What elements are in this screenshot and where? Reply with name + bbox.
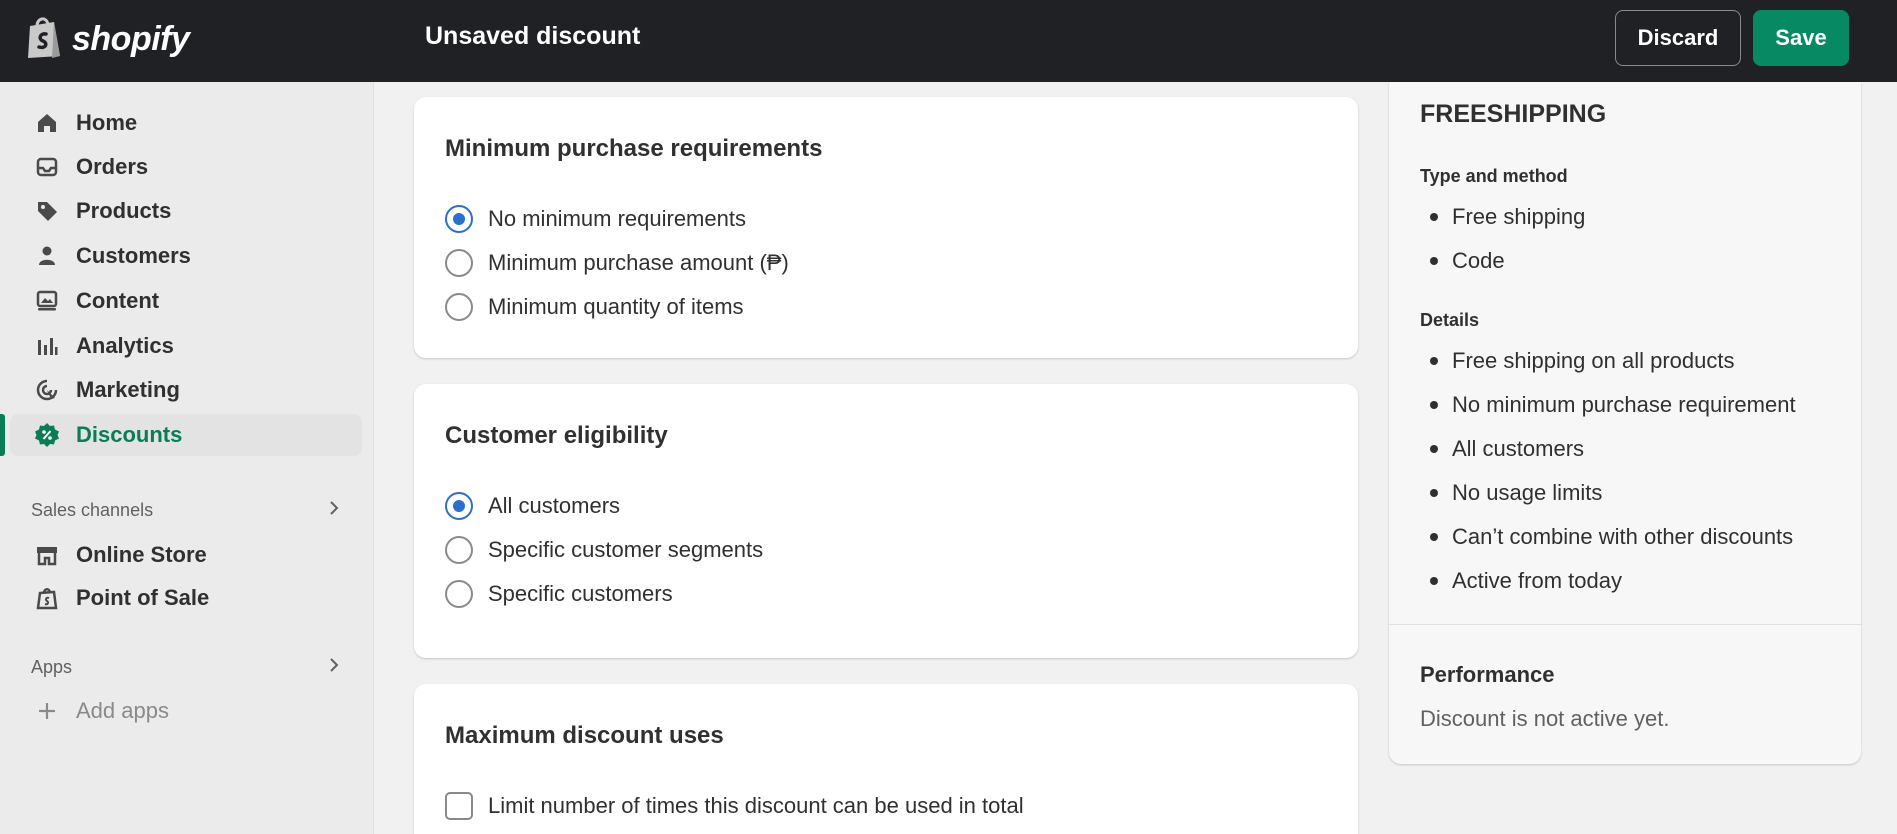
apps-header[interactable]: Apps	[31, 652, 341, 682]
sidebar-item-add-apps[interactable]: Add apps	[14, 690, 362, 732]
list-item: No usage limits	[1420, 471, 1796, 515]
option-label: Limit number of times this discount can …	[488, 793, 1024, 818]
discard-button[interactable]: Discard	[1615, 10, 1741, 66]
type-method-heading: Type and method	[1420, 166, 1568, 186]
sidebar-item-customers[interactable]: Customers	[14, 235, 362, 277]
apps-label: Apps	[31, 656, 73, 677]
shopify-logo[interactable]: shopify	[24, 14, 190, 65]
radio-customer-segments[interactable]: Specific customer segments	[445, 534, 763, 566]
radio-button[interactable]	[445, 580, 473, 608]
tag-icon	[34, 198, 60, 224]
sidebar-item-point-of-sale[interactable]: Point of Sale	[14, 577, 362, 619]
radio-button[interactable]	[445, 492, 473, 520]
sidebar-item-label: Home	[76, 110, 138, 135]
option-label: Specific customers	[488, 581, 673, 606]
plus-icon	[34, 698, 60, 724]
radio-button[interactable]	[445, 249, 473, 277]
sidebar-item-label: Customers	[76, 243, 191, 268]
sidebar-item-label: Point of Sale	[76, 585, 210, 610]
list-item: All customers	[1420, 427, 1796, 471]
inbox-icon	[34, 154, 60, 180]
top-bar: shopify Unsaved discount Discard Save	[0, 0, 1897, 82]
option-label: Minimum quantity of items	[488, 294, 744, 319]
sidebar-item-products[interactable]: Products	[14, 190, 362, 232]
sidebar-item-label: Online Store	[76, 542, 207, 567]
list-item: Active from today	[1420, 559, 1796, 603]
list-item: Code	[1420, 239, 1585, 283]
details-heading: Details	[1420, 310, 1480, 330]
sidebar-item-label: Analytics	[76, 333, 174, 358]
divider	[1389, 624, 1861, 625]
sidebar-item-label: Marketing	[76, 377, 180, 402]
list-item: No minimum purchase requirement	[1420, 383, 1796, 427]
sidebar: Home Orders Products Customers Content A…	[0, 82, 374, 834]
page-title: Unsaved discount	[425, 22, 641, 50]
minimum-purchase-card: Minimum purchase requirements No minimum…	[414, 97, 1358, 358]
sidebar-item-online-store[interactable]: Online Store	[14, 534, 362, 576]
performance-status: Discount is not active yet.	[1420, 706, 1670, 731]
sidebar-item-home[interactable]: Home	[14, 102, 362, 144]
option-label: Minimum purchase amount (₱)	[488, 250, 789, 275]
sidebar-item-content[interactable]: Content	[14, 280, 362, 322]
maximum-uses-card: Maximum discount uses Limit number of ti…	[414, 684, 1358, 834]
customer-eligibility-card: Customer eligibility All customers Speci…	[414, 384, 1358, 658]
radio-minimum-amount[interactable]: Minimum purchase amount (₱)	[445, 247, 789, 279]
details-list: Free shipping on all products No minimum…	[1420, 339, 1796, 603]
person-icon	[34, 243, 60, 269]
option-label: Specific customer segments	[488, 537, 764, 562]
card-title: Customer eligibility	[445, 422, 668, 449]
discount-icon	[34, 422, 60, 448]
sidebar-item-label: Add apps	[76, 698, 169, 723]
card-title: Minimum purchase requirements	[445, 135, 823, 162]
checkbox-limit-total-uses[interactable]: Limit number of times this discount can …	[445, 790, 1024, 822]
sidebar-item-orders[interactable]: Orders	[14, 146, 362, 188]
list-item: Free shipping	[1420, 195, 1585, 239]
sales-channels-header[interactable]: Sales channels	[31, 495, 341, 525]
chevron-right-icon	[327, 499, 341, 522]
brand-name: shopify	[72, 20, 190, 58]
summary-card: FREESHIPPING Type and method Free shippi…	[1389, 82, 1861, 764]
image-icon	[34, 288, 60, 314]
discount-code-title: FREESHIPPING	[1420, 100, 1607, 128]
sidebar-item-label: Orders	[76, 154, 149, 179]
shopify-bag-icon	[24, 14, 64, 65]
list-item: Free shipping on all products	[1420, 339, 1796, 383]
pos-bag-icon	[34, 585, 60, 611]
type-method-list: Free shipping Code	[1420, 195, 1585, 283]
sales-channels-label: Sales channels	[31, 499, 154, 520]
radio-specific-customers[interactable]: Specific customers	[445, 578, 673, 610]
target-icon	[34, 377, 60, 403]
bar-chart-icon	[34, 333, 60, 359]
sidebar-item-discounts[interactable]: Discounts	[0, 414, 362, 456]
option-label: All customers	[488, 493, 621, 518]
home-icon	[34, 110, 60, 136]
radio-button[interactable]	[445, 536, 473, 564]
sidebar-item-analytics[interactable]: Analytics	[14, 325, 362, 367]
radio-minimum-quantity[interactable]: Minimum quantity of items	[445, 291, 744, 323]
checkbox[interactable]	[445, 792, 473, 820]
radio-no-minimum[interactable]: No minimum requirements	[445, 203, 746, 235]
performance-heading: Performance	[1420, 662, 1555, 687]
sidebar-item-label: Content	[76, 288, 160, 313]
store-icon	[34, 542, 60, 568]
radio-all-customers[interactable]: All customers	[445, 490, 620, 522]
save-button[interactable]: Save	[1753, 10, 1849, 66]
radio-button[interactable]	[445, 293, 473, 321]
sidebar-item-label: Discounts	[76, 422, 183, 447]
option-label: No minimum requirements	[488, 206, 746, 231]
sidebar-item-label: Products	[76, 198, 172, 223]
chevron-right-icon	[327, 656, 341, 679]
sidebar-item-marketing[interactable]: Marketing	[14, 369, 362, 411]
card-title: Maximum discount uses	[445, 722, 724, 749]
radio-button[interactable]	[445, 205, 473, 233]
list-item: Can’t combine with other discounts	[1420, 515, 1796, 559]
